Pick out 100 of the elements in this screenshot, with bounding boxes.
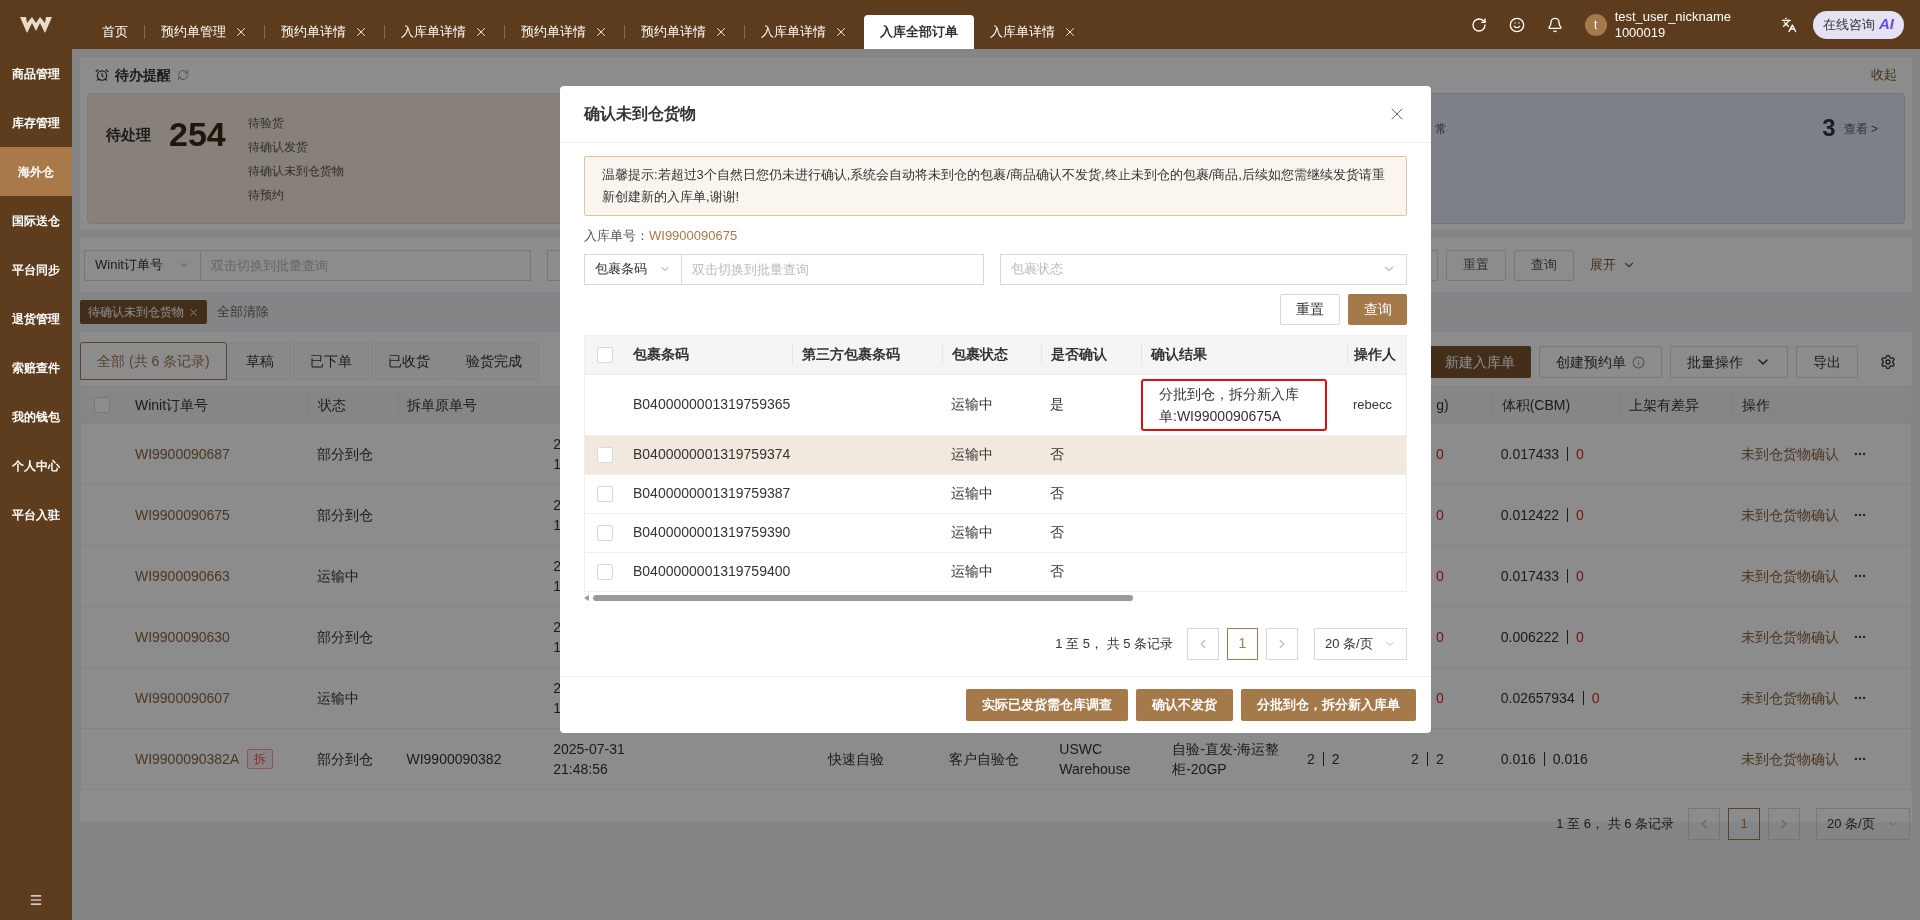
avatar[interactable]: t [1584, 13, 1607, 36]
close-icon[interactable] [714, 25, 728, 39]
order-number-link[interactable]: WI9900090382A [134, 748, 240, 770]
cell-value: 0.006222 [1500, 627, 1560, 647]
page-size-select[interactable]: 20 条/页 [1816, 808, 1910, 840]
new-order-button[interactable]: 新建入库单 [1429, 346, 1531, 378]
reset-button[interactable]: 重置 [1280, 293, 1340, 325]
close-icon[interactable] [188, 306, 199, 318]
alarm-icon [95, 68, 109, 82]
sidebar-item[interactable]: 商品管理 [0, 49, 72, 98]
order-number-link[interactable]: WI9900090675 [649, 226, 738, 246]
page-tab[interactable]: 入库单详情 [974, 15, 1093, 49]
consult-button[interactable]: 在线咨询 AI [1813, 10, 1904, 39]
search-button[interactable]: 查询 [1514, 249, 1574, 281]
status-tab[interactable]: 全部 (共 6 条记录) [80, 342, 227, 380]
horizontal-scrollbar[interactable] [593, 594, 1133, 601]
confirm-link[interactable]: 未到仓货物确认 [1741, 748, 1840, 770]
dialog-action-button[interactable]: 分批到仓，拆分新入库单 [1241, 688, 1416, 721]
order-number-link[interactable]: WI9900090607 [134, 687, 230, 709]
pending-item[interactable]: 待预约 [247, 186, 344, 204]
transport-text: 自验-直发-海运整柜-20GP [1172, 740, 1281, 779]
cell-value: 0 [1576, 566, 1584, 586]
confirm-link[interactable]: 未到仓货物确认 [1741, 565, 1840, 587]
status-tab[interactable]: 已下单 [292, 342, 369, 380]
settings-icon[interactable] [1880, 354, 1896, 370]
batch-actions-button[interactable]: 批量操作 [1670, 346, 1788, 378]
page-tab[interactable]: 入库全部订单 [864, 15, 974, 49]
close-icon[interactable] [354, 25, 368, 39]
checkbox[interactable] [597, 346, 613, 363]
create-appointment-button[interactable]: 创建预约单 [1539, 346, 1662, 378]
status-tab[interactable]: 已收货 [370, 342, 447, 380]
pending-item[interactable]: 待确认发货 [247, 138, 344, 156]
confirm-link[interactable]: 未到仓货物确认 [1741, 626, 1840, 648]
confirm-link[interactable]: 未到仓货物确认 [1741, 443, 1840, 465]
query-button[interactable]: 查询 [1348, 293, 1407, 325]
field-select[interactable]: Winit订单号 [84, 249, 201, 281]
sidebar-item[interactable]: 退货管理 [0, 294, 72, 343]
status-tab[interactable]: 验货完成 [448, 342, 539, 380]
column-header: 第三方包裹条码 [802, 346, 900, 362]
sidebar-item[interactable]: 索赔查件 [0, 343, 72, 392]
sidebar-item[interactable]: 国际送仓 [0, 196, 72, 245]
page-size-select[interactable]: 20 条/页 [1314, 627, 1407, 660]
bell-icon[interactable] [1546, 16, 1563, 33]
search-field[interactable]: 双击切换到批量查询 [682, 253, 984, 285]
close-icon[interactable] [474, 25, 488, 39]
sidebar-item[interactable]: 平台同步 [0, 245, 72, 294]
export-button[interactable]: 导出 [1796, 346, 1858, 378]
expand-link[interactable]: 展开 [1590, 255, 1636, 275]
collapse-link[interactable]: 收起 [1871, 65, 1897, 85]
page-tab[interactable]: 预约单详情 [625, 15, 744, 49]
confirm-link[interactable]: 未到仓货物确认 [1741, 687, 1840, 709]
smile-icon[interactable] [1508, 16, 1525, 33]
page-tab[interactable]: 首页 [86, 15, 144, 49]
page-button[interactable]: 1 [1227, 627, 1258, 660]
sidebar-item[interactable]: 我的钱包 [0, 392, 72, 441]
order-number-link[interactable]: WI9900090630 [134, 626, 230, 648]
order-number-link[interactable]: WI9900090663 [134, 565, 230, 587]
sidebar-item[interactable]: 海外仓 [0, 147, 72, 196]
exception-count: 3 [1822, 114, 1836, 142]
package-row[interactable]: B0400000001319759374 运输中 否 [585, 434, 1406, 474]
dialog-action-button[interactable]: 确认不发货 [1136, 688, 1233, 721]
clear-all-link[interactable]: 全部清除 [217, 302, 269, 322]
page-tab[interactable]: 预约单详情 [505, 15, 624, 49]
dialog-title: 确认未到仓货物 [584, 104, 696, 125]
checkbox[interactable] [597, 446, 613, 463]
cell-value: 0 [1435, 688, 1444, 708]
split-tag: 拆 [247, 749, 274, 769]
filter-tag[interactable]: 待确认未到仓货物 [80, 300, 207, 324]
pending-item[interactable]: 待确认未到仓货物 [247, 162, 344, 180]
page-tab[interactable]: 入库单详情 [745, 15, 864, 49]
column-header: 确认结果 [1151, 346, 1207, 362]
dialog-action-button[interactable]: 实际已发货需仓库调查 [966, 688, 1128, 721]
checkbox[interactable] [597, 485, 613, 502]
translate-icon[interactable] [1781, 16, 1797, 33]
search-button[interactable]: 重置 [1446, 249, 1506, 281]
order-number-link[interactable]: WI9900090675 [134, 504, 230, 526]
pending-item[interactable]: 待验货 [247, 114, 344, 132]
scroll-left-arrow-icon[interactable] [584, 594, 589, 601]
cell-value: 0.02657934 [1500, 688, 1575, 708]
collapse-menu-icon[interactable] [29, 893, 43, 907]
page-tab[interactable]: 预约单管理 [145, 15, 264, 49]
checkbox[interactable] [597, 563, 613, 580]
sidebar-item[interactable]: 库存管理 [0, 98, 72, 147]
status-tab[interactable]: 草稿 [228, 342, 291, 380]
page-tab[interactable]: 入库单详情 [385, 15, 504, 49]
sidebar-item[interactable]: 个人中心 [0, 441, 72, 490]
sidebar-item[interactable]: 平台入驻 [0, 490, 72, 539]
refresh-icon[interactable] [1470, 16, 1487, 33]
close-icon[interactable] [1063, 25, 1077, 39]
order-number-link[interactable]: WI9900090687 [134, 443, 230, 465]
view-link[interactable]: 查看 > [1843, 120, 1878, 138]
field-select[interactable]: 包裹条码 [584, 253, 682, 285]
close-icon[interactable] [234, 25, 248, 39]
confirm-link[interactable]: 未到仓货物确认 [1741, 504, 1840, 526]
close-icon[interactable] [834, 25, 848, 39]
date-text: 1 [553, 638, 561, 657]
page-button[interactable]: 1 [1728, 808, 1760, 840]
page-tab[interactable]: 预约单详情 [265, 15, 384, 49]
close-icon[interactable] [594, 25, 608, 39]
checkbox[interactable] [597, 524, 613, 541]
